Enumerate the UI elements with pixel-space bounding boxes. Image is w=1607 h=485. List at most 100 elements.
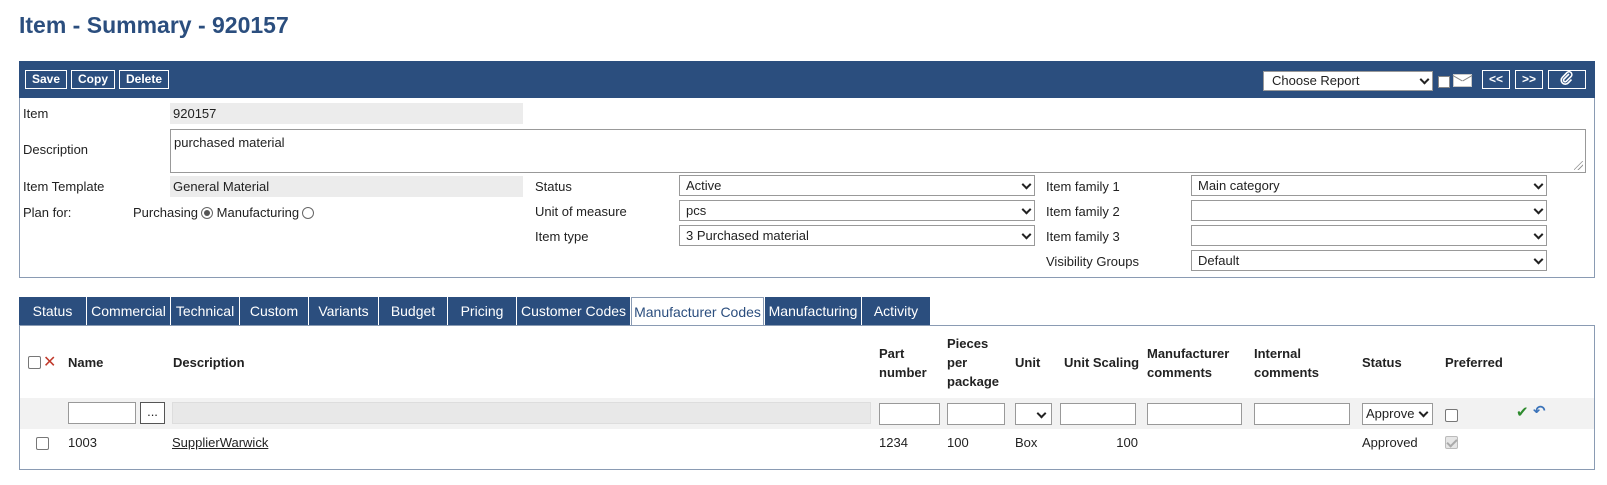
- tab-manufacturer-codes[interactable]: Manufacturer Codes: [631, 297, 764, 326]
- status-filter-value: Approve: [1366, 406, 1415, 421]
- row-description-link[interactable]: SupplierWarwick: [172, 435, 268, 450]
- header-internal-comments: Internal comments: [1254, 346, 1320, 380]
- manufacturing-radio[interactable]: [302, 207, 315, 219]
- paperclip-icon: [1560, 70, 1573, 85]
- unit-select[interactable]: [1015, 403, 1052, 425]
- item-family-1-select[interactable]: Main category: [1191, 175, 1547, 196]
- resize-grip-icon[interactable]: [1574, 161, 1583, 170]
- pieces-per-package-input[interactable]: [947, 403, 1005, 425]
- status-select[interactable]: Active: [679, 175, 1035, 196]
- delete-button[interactable]: Delete: [119, 70, 170, 89]
- lookup-button[interactable]: ...: [140, 402, 165, 424]
- chevron-down-icon: [1533, 179, 1544, 190]
- copy-button[interactable]: Copy: [71, 70, 115, 89]
- tab-activity[interactable]: Activity: [862, 297, 930, 325]
- manufacturer-codes-grid: ✕ Name Description Part number Pieces pe…: [19, 325, 1595, 470]
- visibility-groups-value: Default: [1198, 253, 1240, 268]
- chevron-down-icon: [1418, 407, 1429, 418]
- row-preferred-checkbox: [1445, 436, 1458, 449]
- status-filter-select[interactable]: Approve: [1362, 403, 1433, 425]
- previous-record-button[interactable]: <<: [1482, 70, 1510, 89]
- preferred-filter-checkbox[interactable]: [1445, 409, 1458, 422]
- new-row-editor: ... Approve ✔ ↶: [20, 398, 1594, 429]
- row-checkbox[interactable]: [36, 437, 49, 450]
- tab-custom[interactable]: Custom: [240, 297, 308, 325]
- next-record-button[interactable]: >>: [1515, 70, 1543, 89]
- tab-variants[interactable]: Variants: [309, 297, 378, 325]
- header-preferred: Preferred: [1445, 355, 1503, 370]
- manufacturer-comments-input[interactable]: [1147, 403, 1242, 425]
- item-family-2-select[interactable]: [1191, 200, 1547, 221]
- chevron-down-icon: [1533, 254, 1544, 265]
- tab-technical[interactable]: Technical: [171, 297, 239, 325]
- tab-customer-codes[interactable]: Customer Codes: [517, 297, 630, 325]
- chevron-down-icon: [1021, 179, 1032, 190]
- tab-budget[interactable]: Budget: [379, 297, 447, 325]
- purchasing-label: Purchasing: [133, 205, 199, 220]
- chevron-down-icon: [1533, 204, 1544, 215]
- chevron-down-icon: [1533, 229, 1544, 240]
- unit-of-measure-label: Unit of measure: [535, 204, 627, 219]
- plan-for-options: Purchasing Manufacturing: [133, 205, 315, 220]
- item-type-label: Item type: [535, 229, 589, 244]
- plan-for-label: Plan for:: [23, 205, 72, 220]
- row-unit: Box: [1015, 435, 1038, 450]
- header-part-number: Part number: [879, 346, 927, 380]
- chevron-down-icon: [1419, 74, 1430, 85]
- row-status: Approved: [1362, 435, 1418, 450]
- name-filter-input[interactable]: [68, 402, 136, 424]
- visibility-groups-label: Visibility Groups: [1046, 254, 1139, 269]
- item-family-1-label: Item family 1: [1046, 179, 1120, 194]
- description-filter-field: [172, 402, 871, 424]
- item-form: Item 920157 Description purchased materi…: [19, 98, 1595, 278]
- choose-report-value: Choose Report: [1272, 73, 1360, 88]
- header-unit-scaling: Unit Scaling: [1064, 355, 1140, 370]
- visibility-groups-select[interactable]: Default: [1191, 250, 1547, 271]
- select-all-checkbox[interactable]: [28, 356, 41, 369]
- item-type-value: 3 Purchased material: [686, 228, 809, 243]
- item-template-label: Item Template: [23, 179, 105, 194]
- item-family-2-label: Item family 2: [1046, 204, 1120, 219]
- internal-comments-input[interactable]: [1254, 403, 1350, 425]
- header-unit: Unit: [1015, 355, 1041, 370]
- description-textarea[interactable]: purchased material: [170, 129, 1586, 173]
- description-label: Description: [23, 142, 89, 157]
- header-status: Status: [1362, 355, 1402, 370]
- choose-report-select[interactable]: Choose Report: [1263, 71, 1433, 91]
- tab-commercial[interactable]: Commercial: [87, 297, 170, 325]
- status-label: Status: [535, 179, 572, 194]
- purchasing-radio[interactable]: [201, 207, 214, 219]
- unit-of-measure-select[interactable]: pcs: [679, 200, 1035, 221]
- page-title: Item - Summary - 920157: [19, 12, 289, 38]
- toolbar: Save Copy Delete Choose Report << >>: [19, 61, 1595, 98]
- save-button[interactable]: Save: [25, 70, 68, 89]
- report-checkbox[interactable]: [1438, 76, 1450, 88]
- row-pieces-per-package: 100: [947, 435, 969, 450]
- unit-scaling-input[interactable]: [1060, 403, 1136, 425]
- part-number-input[interactable]: [879, 403, 940, 425]
- tab-manufacturing[interactable]: Manufacturing: [765, 297, 861, 325]
- item-family-1-value: Main category: [1198, 178, 1280, 193]
- envelope-icon[interactable]: [1453, 74, 1472, 87]
- item-type-select[interactable]: 3 Purchased material: [679, 225, 1035, 246]
- manufacturing-label: Manufacturing: [216, 205, 300, 220]
- row-name: 1003: [68, 435, 97, 450]
- header-pieces-per-package: Pieces per package: [947, 336, 1000, 389]
- header-name: Name: [68, 355, 104, 370]
- header-description: Description: [173, 355, 245, 370]
- status-value: Active: [686, 178, 722, 193]
- confirm-check-icon[interactable]: ✔: [1516, 403, 1529, 421]
- delete-x-icon[interactable]: ✕: [43, 355, 56, 371]
- chevron-down-icon: [1021, 229, 1032, 240]
- tab-pricing[interactable]: Pricing: [448, 297, 516, 325]
- undo-icon[interactable]: ↶: [1533, 402, 1546, 420]
- unit-of-measure-value: pcs: [686, 203, 707, 218]
- tab-status[interactable]: Status: [19, 297, 86, 325]
- item-template-field: General Material: [170, 176, 523, 197]
- row-unit-scaling: 100: [1116, 435, 1138, 450]
- attach-button[interactable]: [1548, 70, 1586, 89]
- item-family-3-select[interactable]: [1191, 225, 1547, 246]
- description-text: purchased material: [174, 135, 285, 150]
- chevron-down-icon: [1036, 408, 1047, 419]
- row-part-number: 1234: [879, 435, 908, 450]
